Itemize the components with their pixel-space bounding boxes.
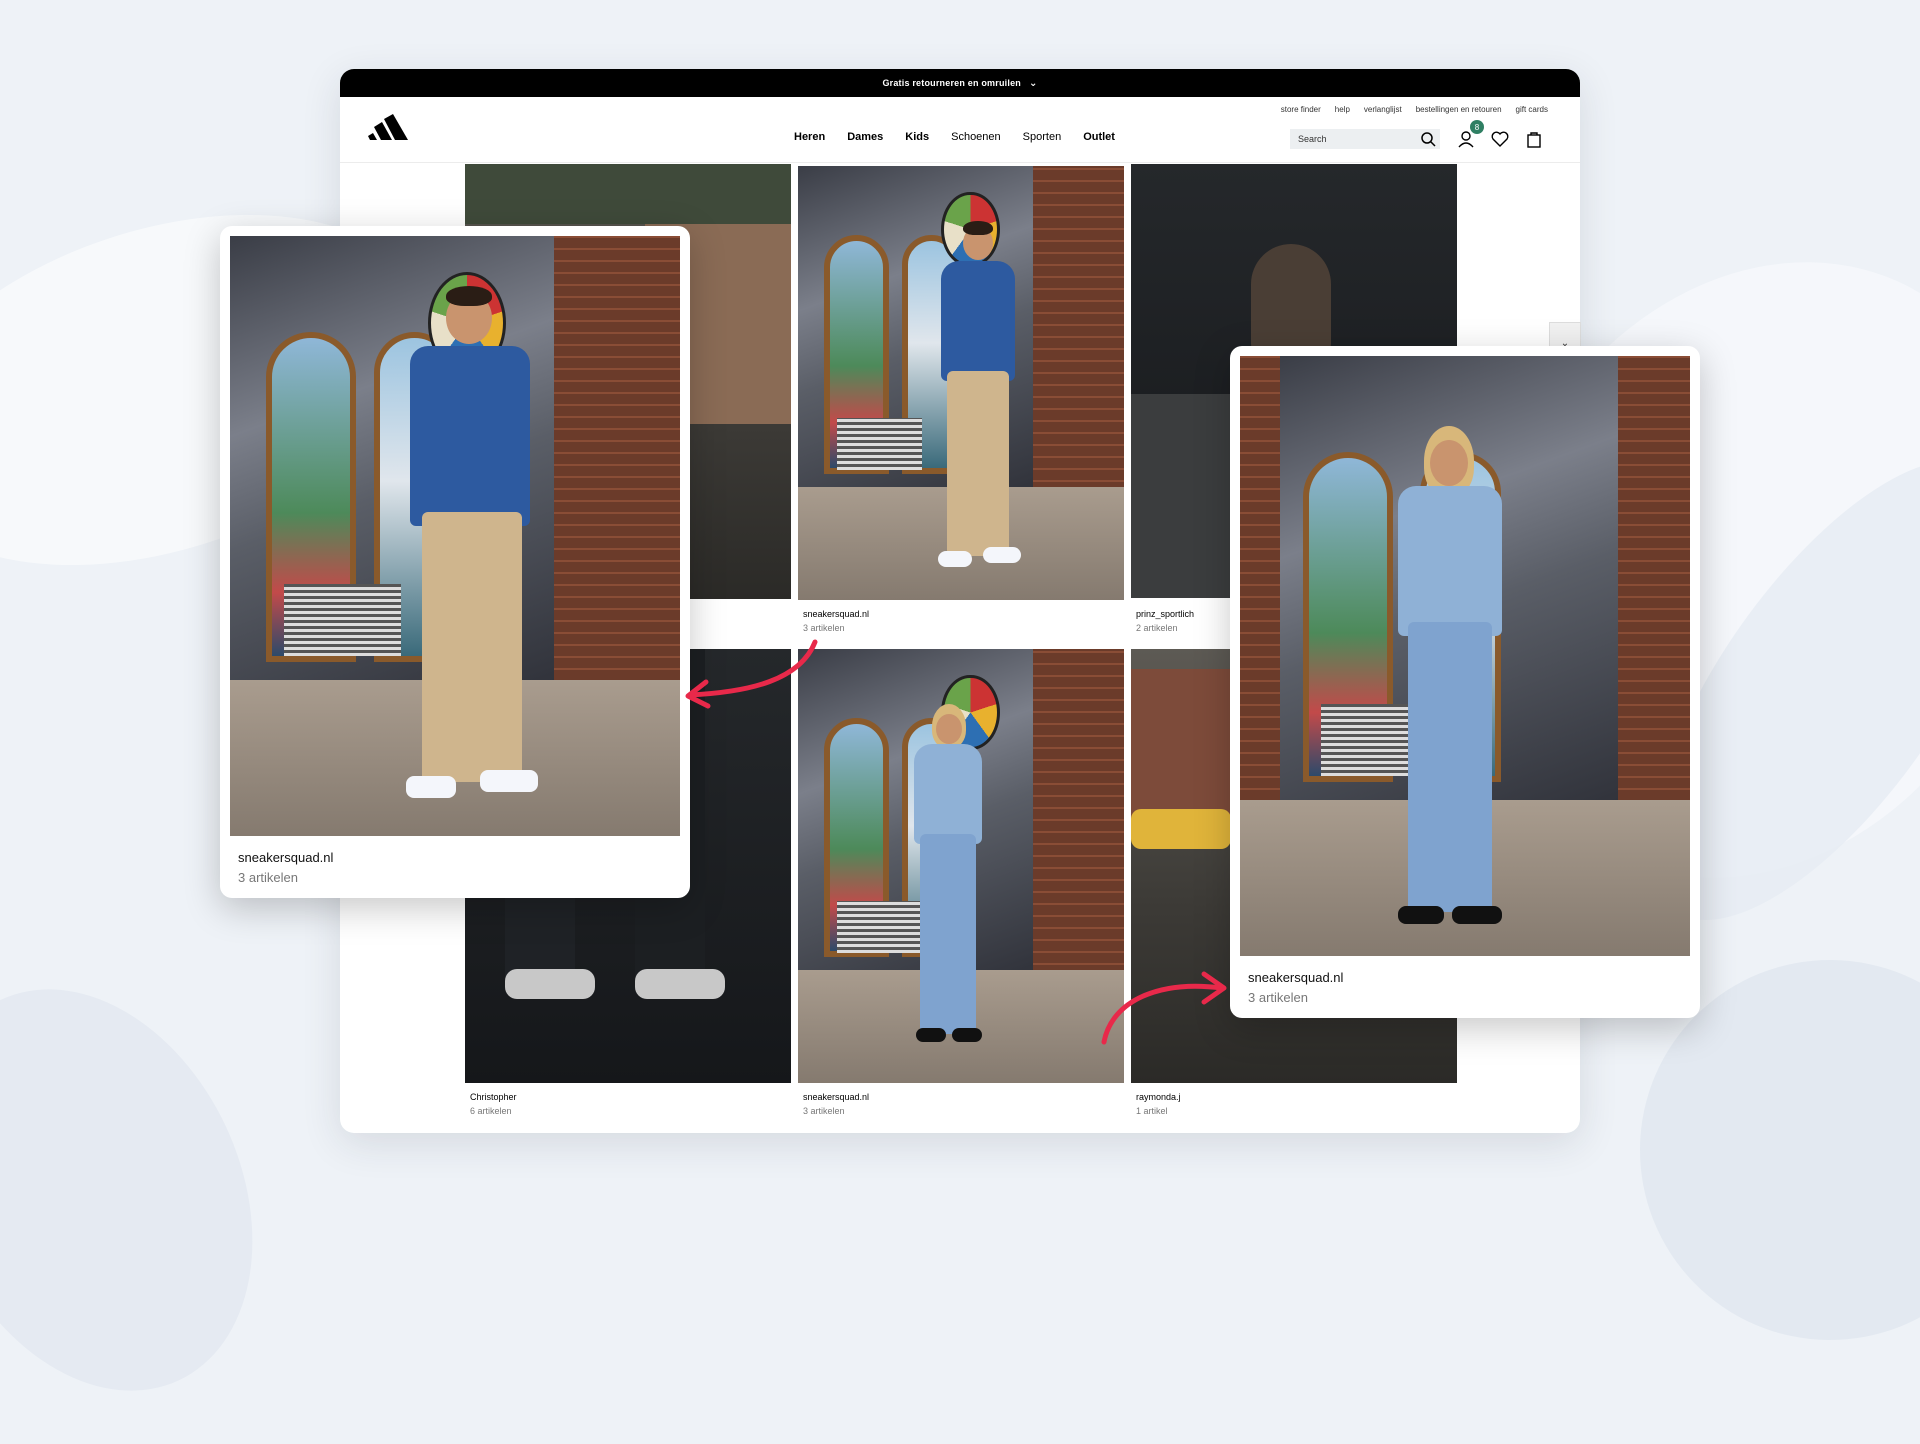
utility-links: store finder help verlanglijst bestellin… bbox=[1281, 105, 1548, 114]
card-creator-name[interactable]: sneakersquad.nl bbox=[1248, 970, 1343, 985]
main-nav: Heren Dames Kids Schoenen Sporten Outlet bbox=[794, 131, 1115, 143]
nav-item-dames[interactable]: Dames bbox=[847, 131, 883, 143]
highlight-card-right[interactable]: sneakersquad.nl 3 artikelen bbox=[1230, 346, 1700, 1018]
nav-item-outlet[interactable]: Outlet bbox=[1083, 131, 1115, 143]
promo-text: Gratis retourneren en omruilen bbox=[882, 78, 1021, 88]
article-count: 3 artikelen bbox=[803, 1106, 845, 1116]
card-article-count: 3 artikelen bbox=[1248, 990, 1308, 1005]
article-count: 2 artikelen bbox=[1136, 623, 1178, 633]
util-link-help[interactable]: help bbox=[1335, 105, 1350, 114]
gallery-caption: prinz_sportlich 2 artikelen bbox=[1136, 609, 1194, 633]
mural-photo bbox=[798, 166, 1124, 600]
util-link-wishlist[interactable]: verlanglijst bbox=[1364, 105, 1402, 114]
article-count: 1 artikel bbox=[1136, 1106, 1168, 1116]
article-count: 6 artikelen bbox=[470, 1106, 512, 1116]
card-creator-name[interactable]: sneakersquad.nl bbox=[238, 850, 333, 865]
creator-name[interactable]: sneakersquad.nl bbox=[803, 609, 869, 619]
trees-shape bbox=[465, 164, 791, 224]
adidas-logo[interactable] bbox=[368, 113, 416, 141]
heart-icon[interactable] bbox=[1490, 129, 1510, 149]
shoe-shape bbox=[505, 969, 595, 999]
creator-name[interactable]: raymonda.j bbox=[1136, 1092, 1181, 1102]
gallery-caption: sneakersquad.nl 3 artikelen bbox=[803, 1092, 869, 1116]
creator-name[interactable]: sneakersquad.nl bbox=[803, 1092, 869, 1102]
util-link-orders-returns[interactable]: bestellingen en retouren bbox=[1416, 105, 1502, 114]
arrow-icon bbox=[685, 639, 818, 709]
shoe-shape bbox=[635, 969, 725, 999]
search-icon[interactable] bbox=[1420, 131, 1436, 147]
site-header: store finder help verlanglijst bestellin… bbox=[340, 97, 1580, 163]
nav-item-sporten[interactable]: Sporten bbox=[1023, 131, 1062, 143]
card-photo bbox=[1240, 356, 1690, 956]
arrow-icon bbox=[1101, 971, 1227, 1045]
mural-photo bbox=[798, 649, 1124, 1083]
card-article-count: 3 artikelen bbox=[238, 870, 298, 885]
gallery-caption: Christopher 6 artikelen bbox=[470, 1092, 517, 1116]
util-link-gift-cards[interactable]: gift cards bbox=[1516, 105, 1548, 114]
nav-item-heren[interactable]: Heren bbox=[794, 131, 825, 143]
search-input[interactable]: Search bbox=[1290, 129, 1440, 149]
creator-name[interactable]: prinz_sportlich bbox=[1136, 609, 1194, 619]
taxi-shape bbox=[1131, 809, 1231, 849]
nav-item-schoenen[interactable]: Schoenen bbox=[951, 131, 1001, 143]
nav-item-kids[interactable]: Kids bbox=[905, 131, 929, 143]
person-shape bbox=[1251, 244, 1331, 354]
gallery-tile[interactable] bbox=[798, 649, 1124, 1083]
chevron-down-icon: ⌄ bbox=[1028, 77, 1038, 89]
gallery-caption: raymonda.j 1 artikel bbox=[1136, 1092, 1181, 1116]
util-link-store-finder[interactable]: store finder bbox=[1281, 105, 1321, 114]
promo-bar[interactable]: Gratis retourneren en omruilen ⌄ bbox=[340, 69, 1580, 97]
bag-icon[interactable] bbox=[1524, 129, 1544, 149]
user-icon[interactable] bbox=[1456, 129, 1476, 149]
creator-name[interactable]: Christopher bbox=[470, 1092, 517, 1102]
search-placeholder: Search bbox=[1298, 134, 1327, 144]
highlight-card-left[interactable]: sneakersquad.nl 3 artikelen bbox=[220, 226, 690, 898]
background-swirl bbox=[0, 936, 315, 1444]
card-photo bbox=[230, 236, 680, 836]
gallery-tile[interactable] bbox=[798, 166, 1124, 600]
